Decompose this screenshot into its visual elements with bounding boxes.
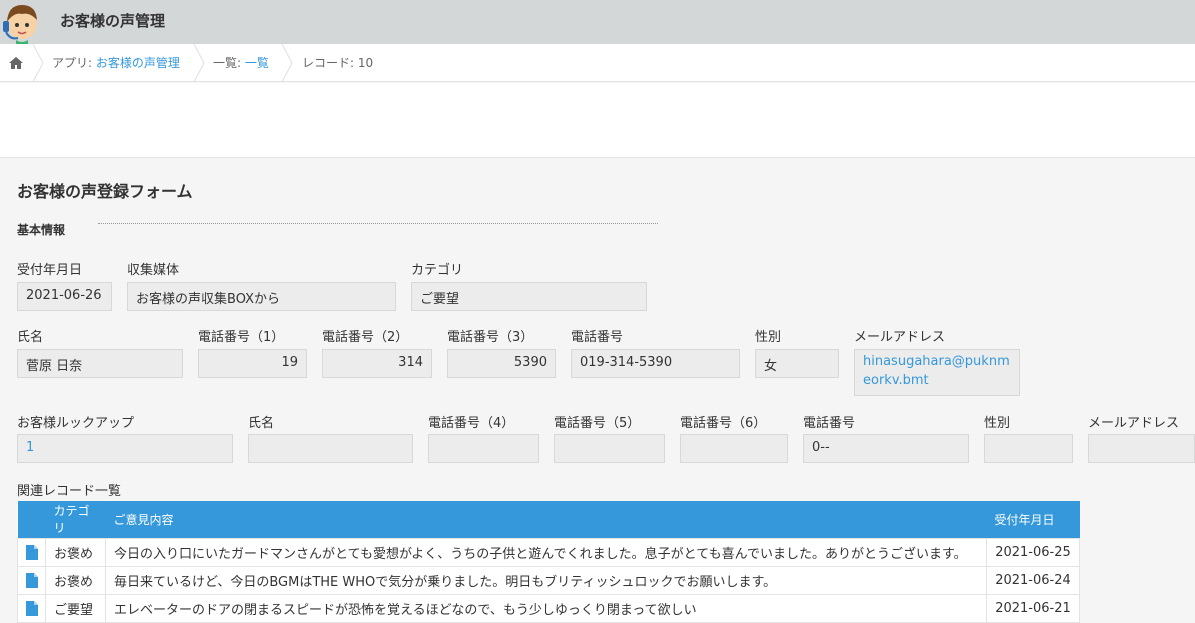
toolbar-area: [0, 83, 1195, 158]
tel6-field[interactable]: [680, 434, 788, 463]
row-date: 2021-06-21: [986, 593, 1080, 623]
gender-label: 性別: [755, 330, 782, 345]
app-title: お客様の声管理: [60, 12, 166, 30]
breadcrumb-record: レコード: 10: [302, 56, 374, 70]
email2-label: メールアドレス: [1088, 416, 1180, 431]
tel2-label: 電話番号（2）: [322, 330, 409, 345]
tel2b-label: 電話番号: [803, 416, 856, 431]
row-content: 毎日来ているけど、今日のBGMはTHE WHOで気分が乗りました。明日もブリティ…: [105, 565, 987, 595]
lookup-field[interactable]: 1: [17, 434, 233, 463]
category-label: カテゴリ: [411, 263, 464, 278]
tel4-label: 電話番号（4）: [428, 416, 515, 431]
lookup-label: お客様ルックアップ: [17, 416, 135, 431]
row-category: お褒め: [45, 565, 106, 595]
app-header: お客様の声管理: [0, 0, 1195, 44]
breadcrumb: アプリ: お客様の声管理 一覧: 一覧 レコード: 10: [0, 44, 1195, 82]
date-field[interactable]: 2021-06-26: [17, 282, 112, 311]
document-icon[interactable]: [25, 572, 38, 588]
gender2-label: 性別: [984, 416, 1011, 431]
name2-label: 氏名: [248, 416, 275, 431]
home-icon[interactable]: [8, 55, 24, 71]
table-row: お褒め 毎日来ているけど、今日のBGMはTHE WHOで気分が乗りました。明日も…: [17, 565, 1080, 595]
avatar-icon[interactable]: [0, 0, 44, 44]
form-title: お客様の声登録フォーム: [17, 182, 193, 201]
column-header-date: 受付年月日: [986, 501, 1080, 538]
row-category: ご要望: [45, 593, 106, 623]
media-label: 収集媒体: [127, 263, 180, 278]
name-field[interactable]: 菅原 日奈: [17, 349, 183, 378]
breadcrumb-view-link[interactable]: 一覧: [245, 56, 269, 70]
tel5-field[interactable]: [554, 434, 665, 463]
tel5-label: 電話番号（5）: [554, 416, 641, 431]
tel2-field[interactable]: 314: [322, 349, 432, 378]
breadcrumb-separator-icon: [32, 44, 44, 82]
row-date: 2021-06-24: [986, 565, 1080, 595]
section-divider: [98, 223, 658, 224]
table-row: ご要望 エレベーターのドアの閉まるスピードが恐怖を覚えるほどなので、もう少しゆっ…: [17, 593, 1080, 623]
row-content: エレベーターのドアの閉まるスピードが恐怖を覚えるほどなので、もう少しゆっくり閉ま…: [105, 593, 987, 623]
related-records-label: 関連レコード一覧: [17, 484, 122, 499]
tel-field[interactable]: 019-314-5390: [571, 349, 740, 378]
date-label: 受付年月日: [17, 263, 83, 278]
tel2b-field[interactable]: 0--: [803, 434, 969, 463]
table-header-row: カテゴリ ご意見内容 受付年月日: [17, 501, 1080, 538]
gender-field[interactable]: 女: [755, 349, 839, 378]
breadcrumb-separator-icon: [193, 44, 205, 82]
row-content: 今日の入り口にいたガードマンさんがとても愛想がよく、うちの子供と遊んでくれました…: [105, 537, 987, 567]
icon-column-header: [17, 501, 46, 538]
breadcrumb-view: 一覧: 一覧: [213, 56, 269, 70]
document-icon[interactable]: [25, 544, 38, 560]
breadcrumb-app-link[interactable]: お客様の声管理: [96, 56, 180, 70]
section-label: 基本情報: [17, 223, 66, 237]
column-header-content: ご意見内容: [105, 501, 987, 538]
table-row: お褒め 今日の入り口にいたガードマンさんがとても愛想がよく、うちの子供と遊んでく…: [17, 537, 1080, 567]
tel4-field[interactable]: [428, 434, 539, 463]
email-label: メールアドレス: [854, 330, 946, 345]
media-field[interactable]: お客様の声収集BOXから: [127, 282, 396, 311]
email-field[interactable]: hinasugahara@puknmeorkv.bmt: [854, 349, 1020, 396]
tel3-label: 電話番号（3）: [447, 330, 534, 345]
tel3-field[interactable]: 5390: [447, 349, 556, 378]
document-icon[interactable]: [25, 600, 38, 616]
gender2-field[interactable]: [984, 434, 1073, 463]
name2-field[interactable]: [248, 434, 413, 463]
tel-label: 電話番号: [571, 330, 624, 345]
tel1-label: 電話番号（1）: [198, 330, 285, 345]
breadcrumb-app: アプリ: お客様の声管理: [52, 56, 180, 70]
column-header-category: カテゴリ: [45, 501, 106, 538]
name-label: 氏名: [17, 330, 44, 345]
email2-field[interactable]: [1088, 434, 1195, 463]
tel1-field[interactable]: 19: [198, 349, 307, 378]
row-date: 2021-06-25: [986, 537, 1080, 567]
category-field[interactable]: ご要望: [411, 282, 647, 311]
record-form: お客様の声登録フォーム 基本情報 受付年月日 2021-06-26 収集媒体 お…: [0, 159, 1195, 623]
related-records-table: カテゴリ ご意見内容 受付年月日 お褒め 今日の入り口にいたガードマンさんがとて…: [17, 501, 1080, 623]
row-category: お褒め: [45, 537, 106, 567]
tel6-label: 電話番号（6）: [680, 416, 767, 431]
breadcrumb-separator-icon: [281, 44, 293, 82]
